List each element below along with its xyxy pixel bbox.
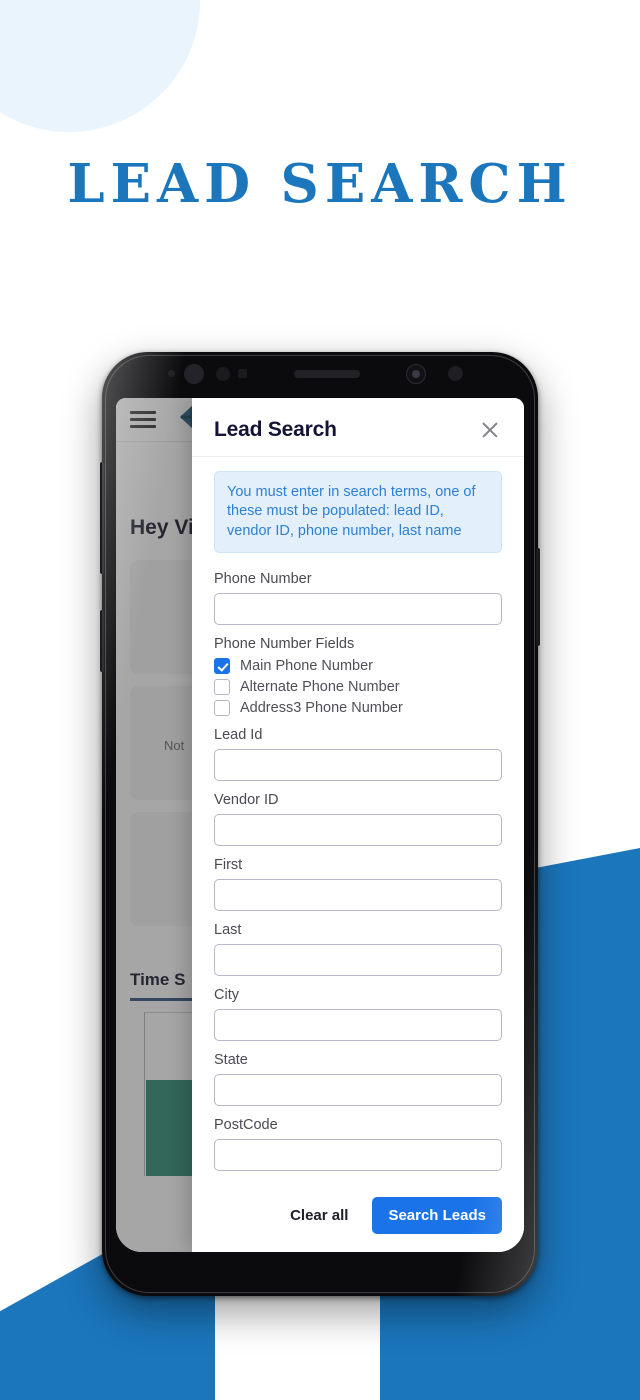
first-name-field-group: First (214, 857, 502, 911)
phone-mockup: Hey Vin Not Time S Lead Search You must … (100, 352, 540, 1296)
checkbox-label: Address3 Phone Number (240, 699, 403, 716)
front-camera-secondary-icon (184, 364, 204, 384)
lead-id-input[interactable] (214, 748, 502, 781)
postcode-field-group: PostCode (214, 1117, 502, 1171)
iris-scanner-icon (216, 367, 230, 381)
info-alert: You must enter in search terms, one of t… (214, 471, 502, 553)
phone-assistant-button (100, 610, 104, 672)
last-name-input[interactable] (214, 943, 502, 976)
city-field-group: City (214, 987, 502, 1041)
phone-number-input[interactable] (214, 592, 502, 625)
vendor-id-input[interactable] (214, 813, 502, 846)
vendor-id-field-group: Vendor ID (214, 792, 502, 846)
city-input[interactable] (214, 1008, 502, 1041)
state-field-group: State (214, 1052, 502, 1106)
checkbox-row[interactable]: Main Phone Number (214, 657, 502, 674)
last-name-label: Last (214, 921, 242, 938)
checkbox-row[interactable]: Address3 Phone Number (214, 699, 502, 716)
phone-power-button (536, 548, 540, 646)
checkbox-label: Main Phone Number (240, 657, 373, 674)
modal-footer: Clear all Search Leads (192, 1183, 524, 1252)
led-indicator-icon (448, 366, 463, 381)
checkbox-label: Alternate Phone Number (240, 678, 400, 695)
phone-number-fields-label: Phone Number Fields (214, 635, 355, 652)
checkbox-row[interactable]: Alternate Phone Number (214, 678, 502, 695)
phone-number-label: Phone Number (214, 570, 312, 587)
main-phone-number-checkbox[interactable] (214, 657, 230, 674)
front-camera-icon (406, 364, 426, 384)
page-root: LEAD SEARCH Hey Vin Not Time S Lead Sear… (0, 0, 640, 1400)
page-title: LEAD SEARCH (67, 153, 573, 215)
clear-all-button[interactable]: Clear all (280, 1199, 358, 1232)
phone-volume-button (100, 462, 104, 574)
first-name-input[interactable] (214, 878, 502, 911)
phone-screen: Hey Vin Not Time S Lead Search You must … (116, 398, 524, 1252)
lead-id-label: Lead Id (214, 726, 263, 743)
last-name-field-group: Last (214, 922, 502, 976)
lead-id-field-group: Lead Id (214, 727, 502, 781)
vendor-id-label: Vendor ID (214, 791, 279, 808)
modal-title: Lead Search (214, 418, 337, 441)
state-label: State (214, 1051, 248, 1068)
modal-header: Lead Search (192, 398, 524, 457)
state-input[interactable] (214, 1073, 502, 1106)
earpiece-speaker (294, 370, 360, 378)
alternate-phone-number-checkbox[interactable] (214, 678, 230, 695)
close-icon[interactable] (478, 418, 502, 442)
proximity-sensor-icon (168, 370, 175, 377)
modal-body: You must enter in search terms, one of t… (192, 457, 524, 1183)
lead-search-modal: Lead Search You must enter in search ter… (192, 398, 524, 1252)
phone-number-field-group: Phone Number (214, 571, 502, 625)
postcode-label: PostCode (214, 1116, 278, 1133)
address3-phone-number-checkbox[interactable] (214, 699, 230, 716)
first-name-label: First (214, 856, 243, 873)
phone-number-fields-group: Phone Number Fields Main Phone Number Al… (214, 636, 502, 716)
postcode-input[interactable] (214, 1138, 502, 1171)
search-leads-button[interactable]: Search Leads (372, 1197, 502, 1234)
phone-top-bezel (102, 352, 538, 398)
light-sensor-icon (238, 369, 247, 378)
city-label: City (214, 986, 239, 1003)
decorative-circle (0, 0, 200, 132)
